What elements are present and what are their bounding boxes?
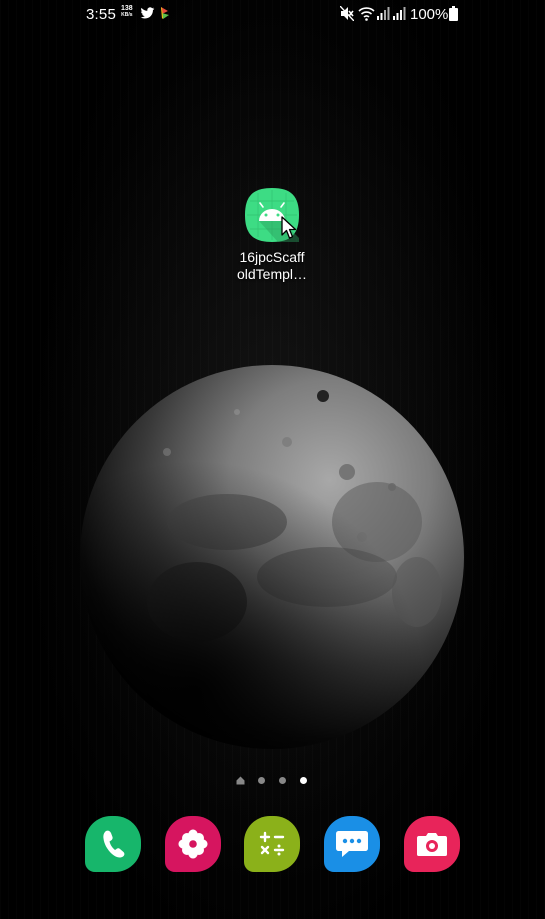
status-time: 3:55 [86, 6, 116, 23]
page-dot[interactable] [279, 777, 286, 784]
dock-app-phone[interactable] [85, 816, 141, 872]
page-indicator[interactable] [233, 774, 313, 786]
battery-icon [449, 6, 458, 21]
network-speed-value: 138 [121, 5, 133, 12]
app-label-line-2: oldTempl… [236, 266, 308, 282]
calculator-icon [259, 831, 285, 856]
camera-icon [417, 833, 447, 856]
app-dock [0, 813, 545, 875]
page-dot-active[interactable] [300, 777, 307, 784]
battery-percentage: 100% [410, 6, 449, 23]
signal-icon [377, 7, 390, 20]
dock-app-calculator[interactable] [244, 816, 300, 872]
app-label: 16jpcScaff oldTempl… [230, 249, 314, 283]
app-notification-icon [161, 7, 169, 19]
mute-icon [340, 6, 354, 21]
network-speed: 138 KB/s [121, 5, 133, 19]
twitter-icon [140, 7, 155, 19]
flower-icon [178, 829, 208, 859]
moon-wallpaper-image [80, 365, 464, 749]
chat-icon [336, 831, 368, 857]
page-dot[interactable] [258, 777, 265, 784]
dock-app-messages[interactable] [324, 816, 380, 872]
app-shortcut-16jpcscaffoldtemplate[interactable]: 16jpcScaff oldTempl… [230, 187, 314, 283]
app-label-line-1: 16jpcScaff [239, 249, 305, 265]
home-page-icon[interactable] [236, 776, 245, 785]
network-speed-unit: KB/s [121, 12, 133, 18]
home-screen: 3:55 138 KB/s 100% 16jpcScaff oldTempl… [0, 0, 545, 919]
signal-icon [393, 7, 406, 20]
dock-app-gallery[interactable] [165, 816, 221, 872]
phone-icon [103, 830, 125, 858]
mouse-cursor-icon [281, 216, 297, 239]
status-bar: 3:55 138 KB/s 100% [0, 0, 545, 30]
wifi-icon [358, 7, 375, 21]
dock-app-camera[interactable] [404, 816, 460, 872]
